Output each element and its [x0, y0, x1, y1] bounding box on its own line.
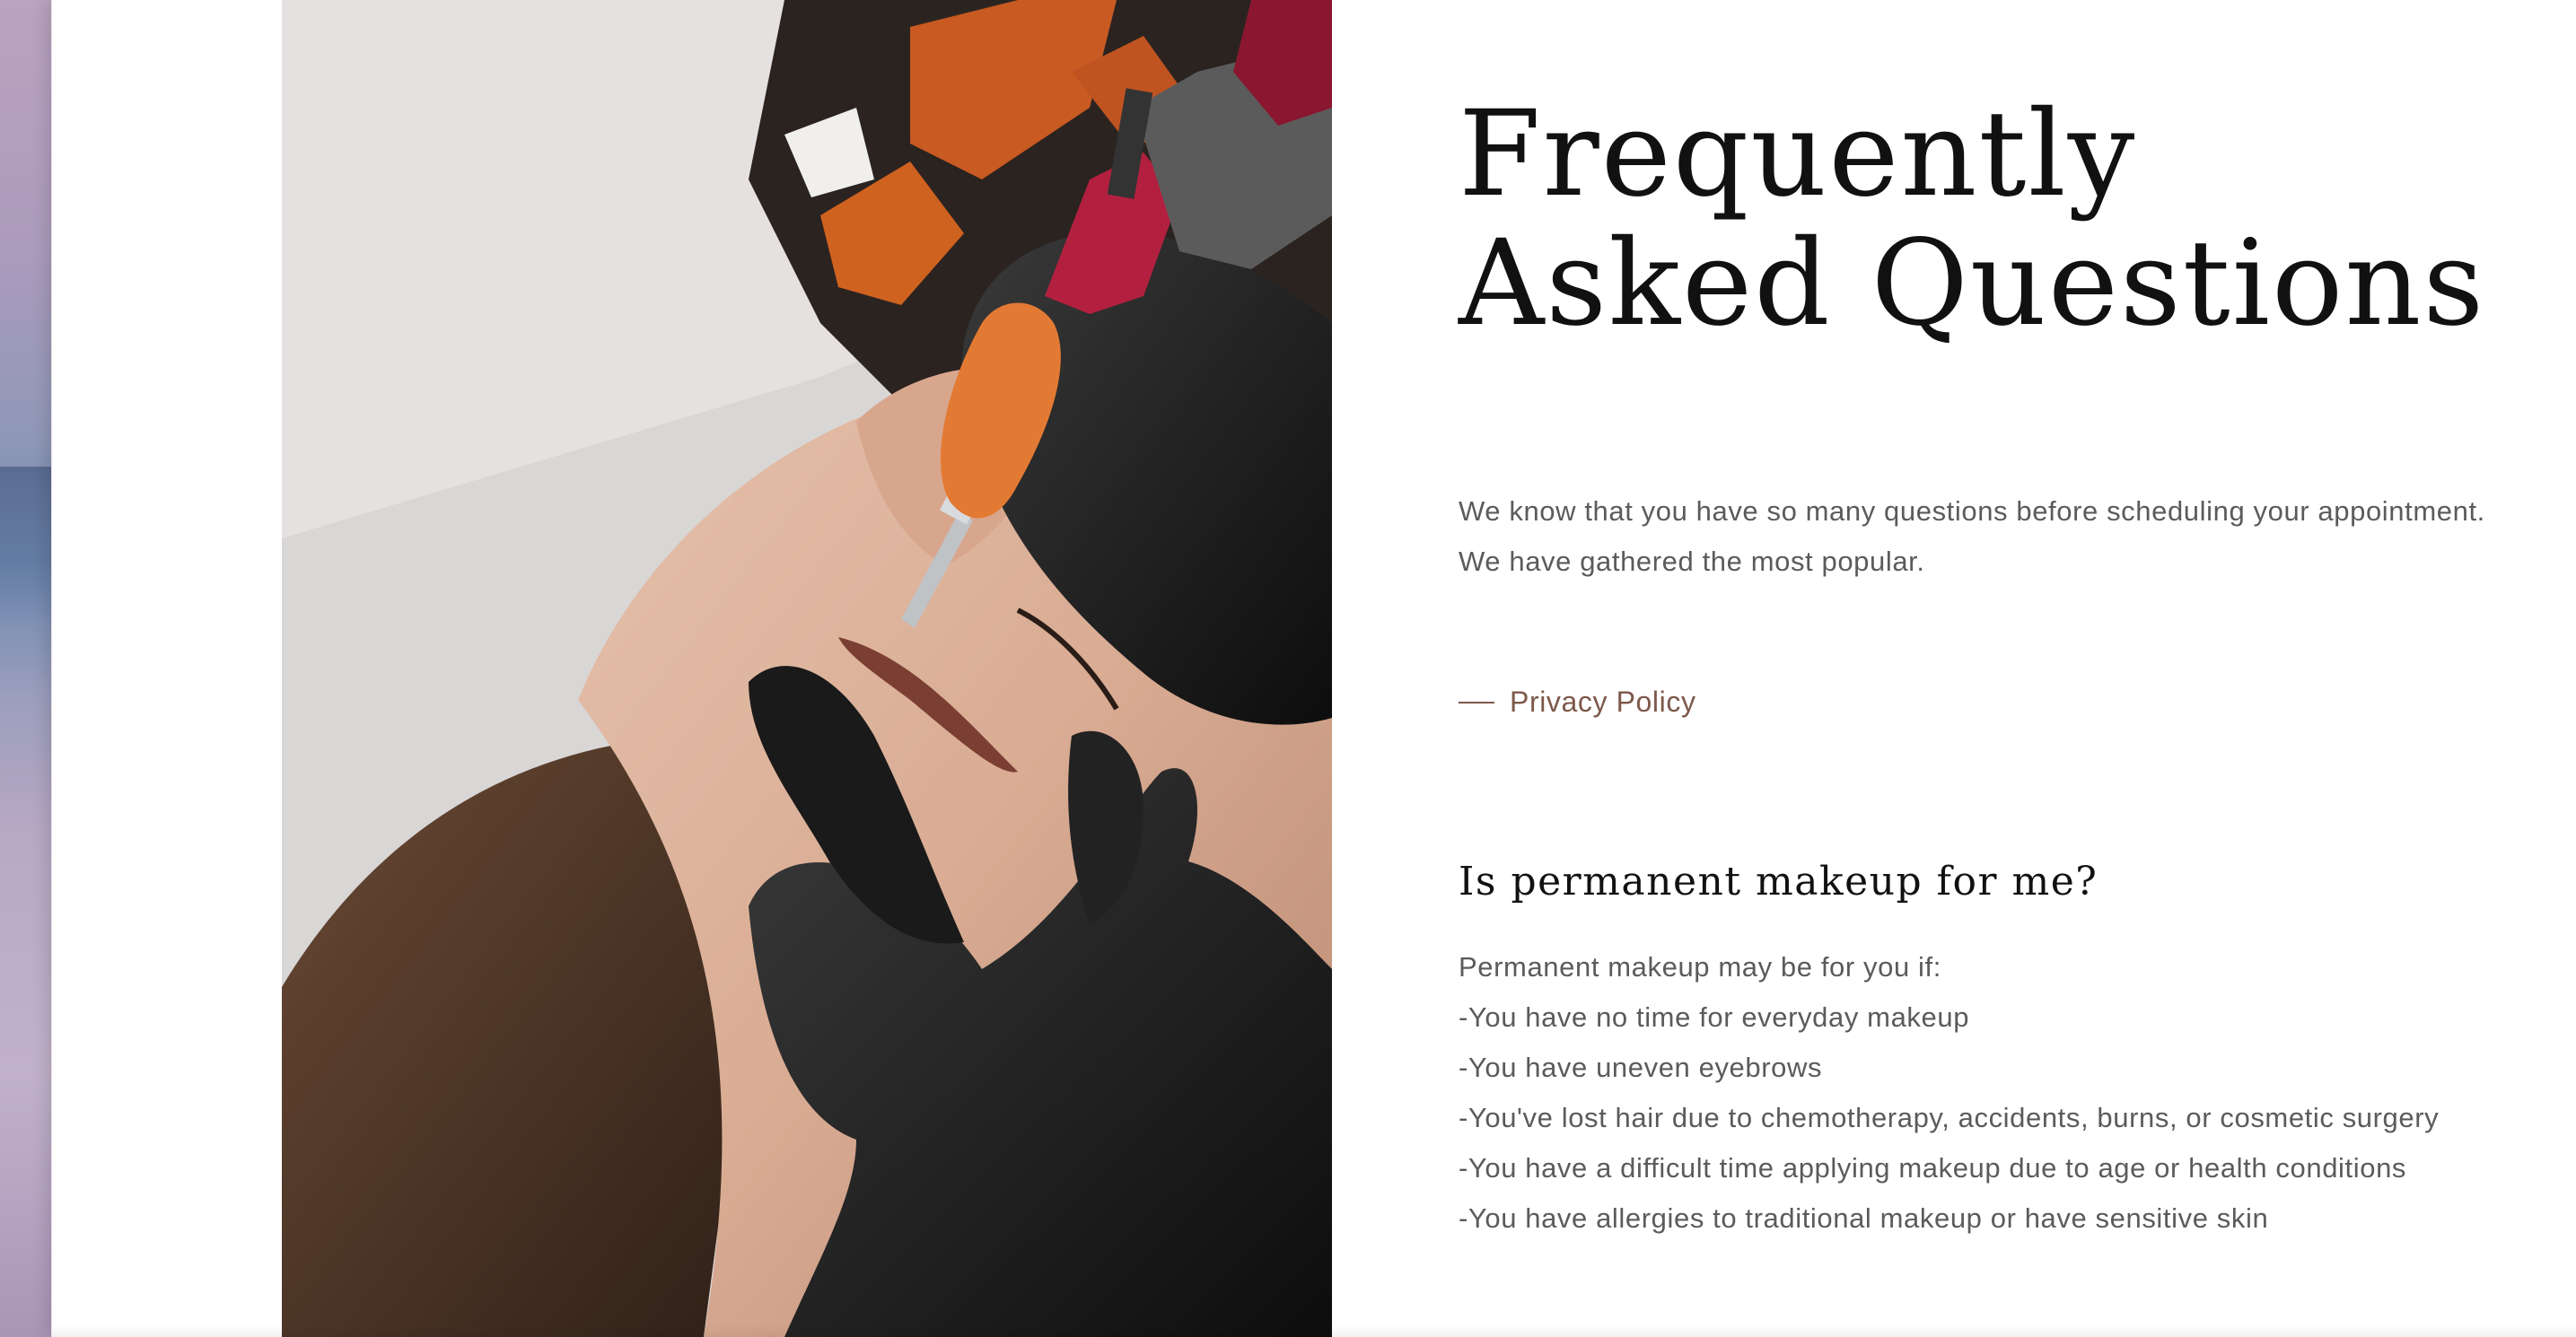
faq-section: Frequently Asked Questions We know that … [1459, 90, 2491, 1244]
intro-text: We know that you have so many questions … [1459, 495, 2485, 577]
answer-line: -You have a difficult time applying make… [1459, 1152, 2407, 1184]
page-title: Frequently Asked Questions [1459, 90, 2491, 348]
faq-answer: Permanent makeup may be for you if: -You… [1459, 942, 2491, 1244]
privacy-policy-label: Privacy Policy [1510, 686, 1696, 718]
background-landscape [0, 0, 52, 1337]
dash-icon [1459, 701, 1494, 703]
procedure-illustration [282, 0, 1332, 1337]
faq-question: Is permanent makeup for me? [1459, 859, 2098, 904]
answer-line: -You have allergies to traditional makeu… [1459, 1202, 2269, 1234]
answer-line: -You have no time for everyday makeup [1459, 1001, 1970, 1033]
answer-line: -You've lost hair due to chemotherapy, a… [1459, 1102, 2440, 1133]
answer-line: -You have uneven eyebrows [1459, 1052, 1823, 1083]
privacy-policy-link[interactable]: Privacy Policy [1459, 686, 1696, 719]
content-card: Frequently Asked Questions We know that … [51, 0, 2576, 1337]
title-line-2: Asked Questions [1459, 214, 2486, 353]
title-line-1: Frequently [1459, 85, 2137, 223]
procedure-photo [282, 0, 1332, 1337]
answer-line: Permanent makeup may be for you if: [1459, 951, 1941, 983]
